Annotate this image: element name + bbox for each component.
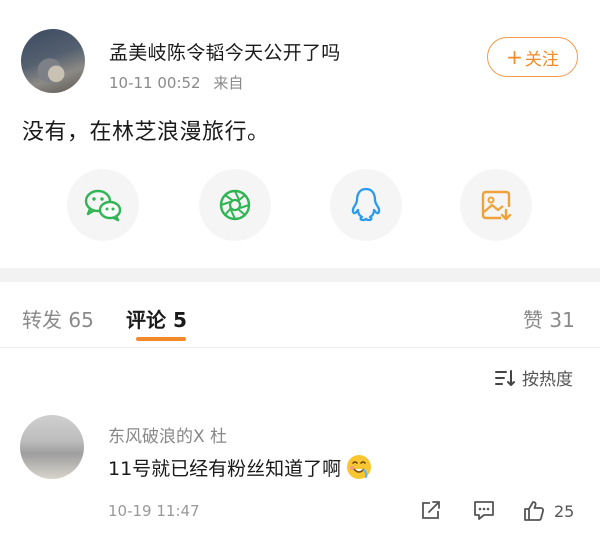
comment-text: 11号就已经有粉丝知道了啊 [108,453,373,481]
comment-username[interactable]: 东风破浪的X 杜 [108,422,227,447]
drooling-emoji-icon [347,455,372,479]
sort-label: 按热度 [522,370,573,390]
thumbs-up-icon [524,501,545,521]
save-image-icon [481,190,512,221]
comment-time: 10-19 11:47 [108,502,200,520]
comment-icon [474,501,494,520]
avatar[interactable] [21,29,85,93]
post-content: 没有，在林芝浪漫旅行。 [22,120,270,145]
follow-button[interactable]: + 关注 [487,37,578,77]
comment-like-button[interactable]: 25 [522,499,574,523]
save-image-button[interactable] [460,169,532,241]
section-divider [0,268,600,282]
post-card: 孟美岐陈令韬今天公开了吗 10-11 00:52 来自 + 关注 没有，在林芝浪… [0,0,600,268]
wechat-icon [84,189,122,222]
sort-icon [495,369,515,386]
comment-reply-button[interactable] [472,499,496,521]
active-tab-indicator [136,337,186,341]
follow-label: 关注 [524,49,559,70]
comment-item: 东风破浪的X 杜 11号就已经有粉丝知道了啊 10-19 11:47 25 [0,400,600,533]
share-wechat-button[interactable] [67,169,139,241]
tab-bar: 转发 65 评论 5 赞 31 [0,282,600,348]
post-meta: 10-11 00:52 来自 [109,72,243,93]
post-source: 来自 [213,74,244,92]
tab-repost[interactable]: 转发 65 [22,304,94,333]
sort-by-hot-button[interactable]: 按热度 [494,365,573,390]
plus-icon: + [506,45,523,69]
tab-comment[interactable]: 评论 5 [126,304,187,333]
comment-avatar[interactable] [20,415,84,479]
tab-like[interactable]: 赞 31 [523,304,575,333]
comment-body: 11号就已经有粉丝知道了啊 [108,457,342,480]
share-icon [422,501,440,519]
share-moments-button[interactable] [199,169,271,241]
post-time: 10-11 00:52 [109,74,201,92]
moments-icon [219,189,251,221]
qq-icon [351,187,381,222]
post-username[interactable]: 孟美岐陈令韬今天公开了吗 [109,38,341,65]
like-count: 25 [554,501,575,521]
comment-share-button[interactable] [420,499,442,521]
share-qq-button[interactable] [330,169,402,241]
